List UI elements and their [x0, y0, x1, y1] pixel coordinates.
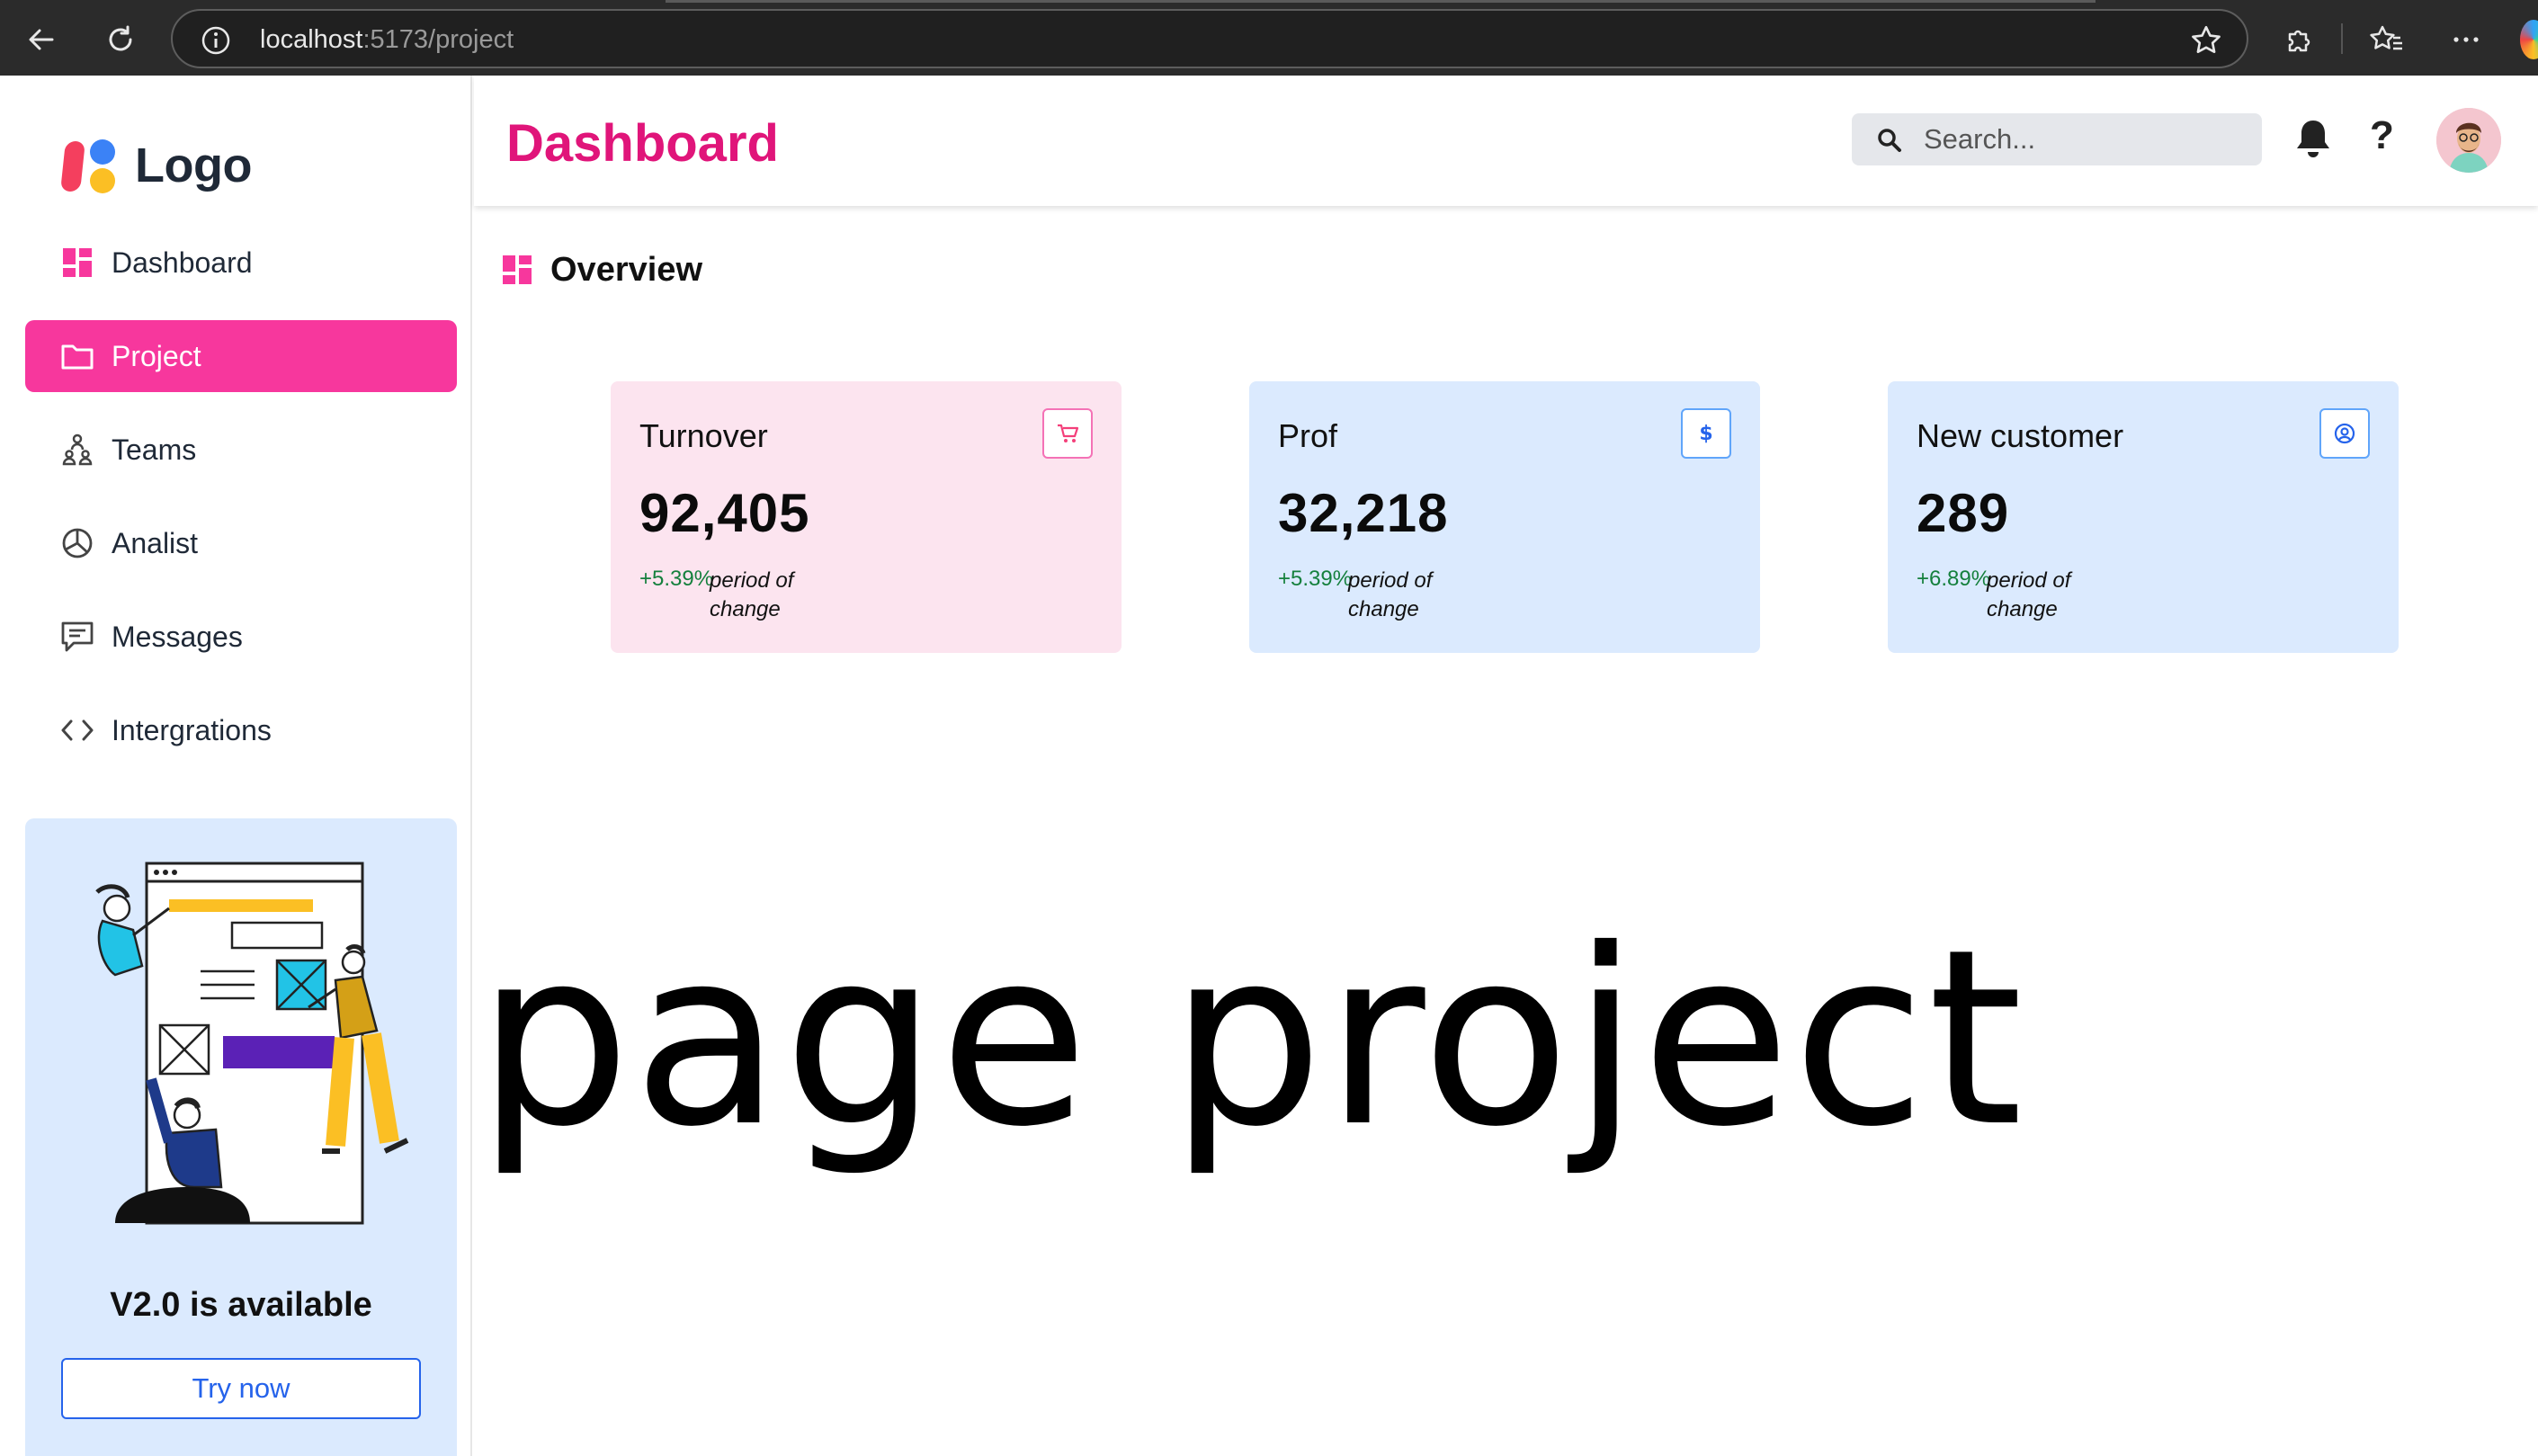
search-input[interactable]	[1924, 121, 2248, 158]
card-value: 32,218	[1278, 483, 1449, 543]
sidebar-item-intergrations[interactable]: Intergrations	[25, 694, 457, 766]
card-change: +5.39%	[639, 567, 714, 591]
section-title: Overview	[550, 250, 702, 289]
user-avatar-icon	[2436, 108, 2501, 173]
sidebar: Logo Dashboard Project Teams Analist Mes…	[9, 76, 472, 1456]
card-value: 289	[1917, 483, 2010, 543]
promo-title: V2.0 is available	[110, 1286, 372, 1324]
browser-toolbar: localhost:5173/project	[0, 0, 2538, 76]
card-note: period of change	[1987, 568, 2071, 621]
search-icon	[1878, 129, 1901, 152]
help-button[interactable]: ?	[2370, 113, 2394, 158]
sidebar-item-label: Teams	[112, 433, 197, 466]
brand-logo[interactable]: Logo	[60, 130, 252, 201]
sidebar-item-analist[interactable]: Analist	[25, 507, 457, 579]
reload-button[interactable]	[99, 18, 142, 61]
cart-icon	[1058, 424, 1079, 442]
url-path: :5173/project	[362, 25, 514, 54]
url-host: localhost	[260, 25, 363, 54]
sidebar-item-project[interactable]: Project	[25, 320, 457, 392]
logo-text: Logo	[135, 138, 252, 192]
logo-mark-icon	[60, 134, 126, 197]
card-title: Turnover	[639, 417, 768, 454]
sidebar-item-label: Analist	[112, 527, 199, 559]
more-menu-button[interactable]	[2444, 18, 2488, 61]
sidebar-item-label: Dashboard	[112, 246, 253, 279]
stat-card-new-customer: New customer 289 +6.89% period of change	[1888, 381, 2399, 653]
sidebar-item-label: Messages	[112, 621, 243, 653]
browser-profile-icon[interactable]	[2520, 20, 2538, 59]
sidebar-item-label: Intergrations	[112, 714, 272, 746]
page-placeholder-text: page project	[477, 897, 2025, 1180]
try-now-button[interactable]: Try now	[61, 1358, 421, 1419]
toolbar-divider	[2341, 23, 2343, 54]
dashboard-icon	[503, 255, 532, 284]
card-note: period of change	[1348, 568, 1433, 621]
card-title: New customer	[1917, 417, 2124, 454]
card-change: +5.39%	[1278, 567, 1353, 591]
dollar-button[interactable]: $	[1681, 408, 1731, 459]
message-icon	[61, 621, 94, 653]
pie-chart-icon	[61, 527, 94, 559]
cart-button[interactable]	[1042, 408, 1093, 459]
more-dots-icon	[2453, 37, 2479, 42]
sidebar-item-label: Project	[112, 340, 201, 372]
search-box[interactable]	[1852, 113, 2262, 165]
overview-heading: Overview	[502, 250, 702, 290]
top-header: Dashboard ?	[474, 76, 2538, 206]
stat-card-prof: Prof $ 32,218 +5.39% period of change	[1249, 381, 1760, 653]
reload-icon	[109, 25, 132, 51]
dashboard-icon	[61, 246, 94, 279]
team-collaboration-illustration	[95, 862, 409, 1225]
extensions-button[interactable]	[2277, 18, 2320, 61]
card-change: +6.89%	[1917, 567, 1991, 591]
favorite-star-icon[interactable]	[2189, 23, 2223, 58]
info-icon[interactable]	[200, 24, 232, 57]
user-circle-icon	[2334, 423, 2355, 444]
sidebar-item-teams[interactable]: Teams	[25, 414, 457, 486]
avatar[interactable]	[2436, 108, 2501, 173]
user-button[interactable]	[2319, 408, 2370, 459]
upgrade-promo-card: V2.0 is available Try now	[25, 818, 457, 1456]
card-note: period of change	[710, 568, 794, 621]
folder-icon	[61, 340, 94, 372]
address-bar[interactable]: localhost:5173/project	[171, 9, 2248, 68]
page-title: Dashboard	[506, 114, 779, 173]
sidebar-item-dashboard[interactable]: Dashboard	[25, 227, 457, 299]
bell-icon[interactable]	[2293, 117, 2333, 160]
puzzle-icon	[2288, 30, 2310, 52]
url-text[interactable]: localhost:5173/project	[260, 25, 514, 55]
back-arrow-icon	[29, 29, 54, 50]
card-title: Prof	[1278, 417, 1338, 454]
favorites-icon	[2370, 25, 2402, 50]
svg-text:$: $	[1699, 423, 1712, 445]
favorites-button[interactable]	[2365, 18, 2408, 61]
sidebar-item-messages[interactable]: Messages	[25, 601, 457, 673]
back-button[interactable]	[20, 18, 63, 61]
teams-icon	[61, 433, 94, 466]
active-tab-edge	[666, 0, 2096, 3]
card-value: 92,405	[639, 483, 810, 543]
dollar-icon: $	[1699, 423, 1712, 445]
stat-card-turnover: Turnover 92,405 +5.39% period of change	[611, 381, 1122, 653]
code-icon	[61, 714, 94, 746]
